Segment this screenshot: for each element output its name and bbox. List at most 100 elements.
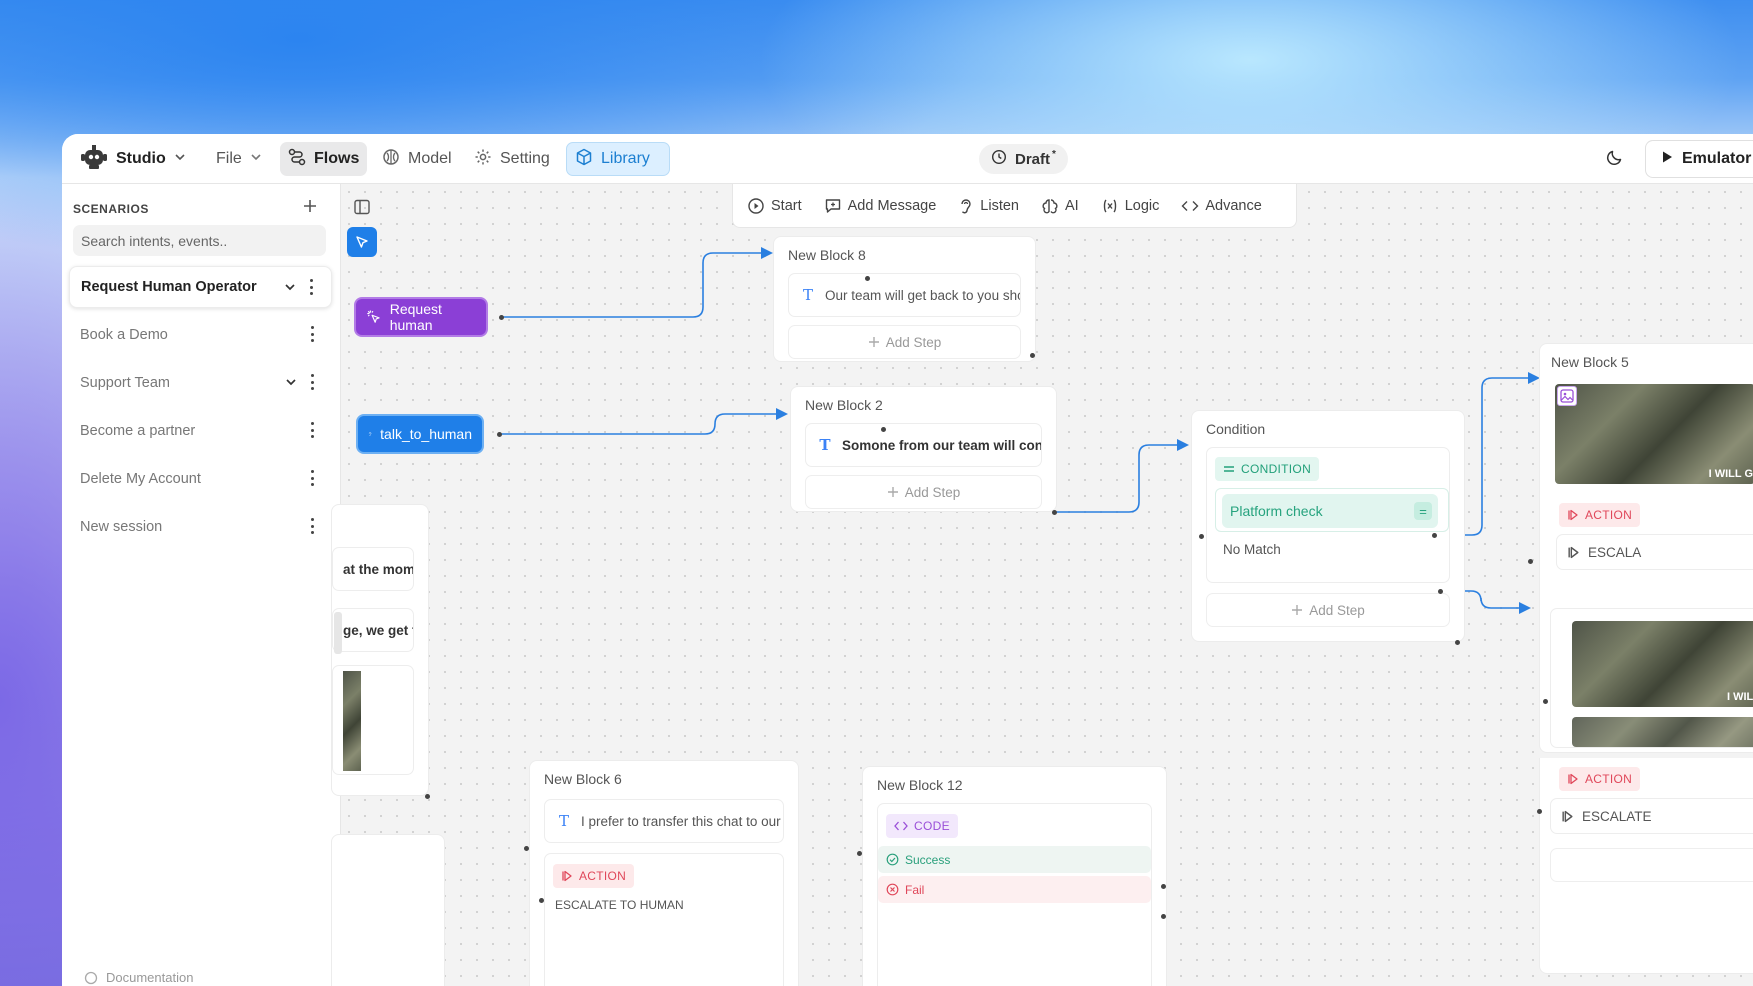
more-options-icon[interactable]: [310, 422, 314, 438]
block-new-block-5-lower[interactable]: ACTION ESCALATE: [1539, 758, 1753, 974]
port[interactable]: [425, 794, 430, 799]
flows-tab[interactable]: Flows: [280, 142, 367, 176]
platform-check[interactable]: Platform check =: [1222, 494, 1438, 528]
image-step-2[interactable]: I WILL: [1550, 608, 1753, 748]
action-step[interactable]: ESCALA: [1556, 534, 1753, 570]
text-step[interactable]: T Our team will get back to you shortly: [788, 273, 1021, 317]
advance-tool[interactable]: Advance: [1181, 197, 1262, 215]
ear-icon: [368, 432, 372, 436]
block-new-block-5[interactable]: New Block 5 I WILL G ACTION ESCALA I WIL…: [1539, 343, 1753, 753]
port[interactable]: [1543, 699, 1548, 704]
ai-tool[interactable]: AI: [1041, 197, 1079, 215]
more-options-icon[interactable]: [310, 518, 314, 534]
port[interactable]: [499, 315, 504, 320]
condition-step[interactable]: CONDITION Platform check = No Match: [1206, 447, 1450, 583]
condition-tag: CONDITION: [1215, 457, 1320, 481]
block-partial-bottom-left[interactable]: [331, 834, 445, 986]
image-step[interactable]: I WILL G: [1555, 384, 1753, 484]
trigger-request-human[interactable]: Request human: [356, 299, 486, 335]
add-scenario-button[interactable]: [302, 196, 318, 218]
add-step-button[interactable]: [1550, 848, 1753, 882]
trigger-talk-to-human[interactable]: talk_to_human: [358, 416, 482, 452]
model-tab[interactable]: Model: [374, 142, 460, 176]
block-condition[interactable]: Condition CONDITION Platform check = No …: [1191, 410, 1465, 642]
more-options-icon[interactable]: [310, 470, 314, 486]
draft-status[interactable]: Draft *: [979, 144, 1068, 174]
search-input[interactable]: [73, 225, 326, 256]
text-step[interactable]: T Somone from our team will connect: [805, 423, 1042, 467]
port[interactable]: [1528, 559, 1533, 564]
image-preview: I WILL: [1572, 621, 1753, 707]
port[interactable]: [1199, 534, 1204, 539]
block-partial-left[interactable]: at the mom ge, we get t: [331, 504, 429, 796]
add-message-tool[interactable]: Add Message: [824, 197, 936, 215]
add-step-button[interactable]: Add Step: [788, 325, 1021, 359]
code-icon: [894, 821, 908, 831]
library-tab[interactable]: Library: [566, 142, 670, 176]
add-step-button[interactable]: Add Step: [1206, 593, 1450, 627]
studio-label: Studio: [116, 150, 166, 167]
port[interactable]: [865, 276, 870, 281]
setting-tab[interactable]: Setting: [466, 142, 558, 176]
block-new-block-12[interactable]: New Block 12 CODE Success Fail: [862, 766, 1167, 986]
block-new-block-8[interactable]: New Block 8 T Our team will get back to …: [773, 236, 1036, 362]
text-step[interactable]: ge, we get t: [332, 608, 414, 652]
port[interactable]: [1052, 510, 1057, 515]
success-outcome[interactable]: Success: [878, 846, 1151, 873]
code-step[interactable]: CODE Success Fail: [877, 803, 1152, 986]
port[interactable]: [497, 432, 502, 437]
studio-menu[interactable]: Studio: [72, 142, 194, 176]
flows-icon: [288, 148, 306, 171]
chevron-down-icon[interactable]: [284, 375, 298, 393]
collapse-handle[interactable]: [334, 612, 342, 654]
block-title: New Block 12: [877, 777, 963, 793]
flow-canvas[interactable]: Start Add Message Listen AI Logic Advanc…: [331, 184, 1753, 986]
action-icon: [1562, 810, 1573, 822]
action-step[interactable]: ACTION ESCALATE TO HUMAN: [544, 853, 784, 986]
gear-icon: [474, 148, 492, 171]
port[interactable]: [1161, 914, 1166, 919]
text-step[interactable]: at the mom: [332, 547, 414, 591]
block-new-block-6[interactable]: New Block 6 T I prefer to transfer this …: [529, 760, 799, 986]
scenario-item-book-a-demo[interactable]: Book a Demo: [69, 314, 332, 356]
emulator-button[interactable]: Emulator: [1645, 140, 1753, 178]
theme-toggle[interactable]: [1598, 142, 1632, 176]
scenario-item-new-session[interactable]: New session: [69, 506, 332, 548]
scenario-label: New session: [80, 519, 163, 535]
chevron-down-icon[interactable]: [283, 280, 297, 298]
draft-label: Draft: [1015, 150, 1051, 168]
listen-tool[interactable]: Listen: [958, 197, 1019, 215]
pointer-tool-button[interactable]: [347, 227, 377, 257]
image-preview: [1572, 717, 1753, 747]
scenario-item-delete-my-account[interactable]: Delete My Account: [69, 458, 332, 500]
port[interactable]: [881, 427, 886, 432]
fail-outcome[interactable]: Fail: [878, 876, 1151, 903]
port[interactable]: [539, 898, 544, 903]
outcome-label: Success: [905, 852, 951, 867]
port[interactable]: [1455, 640, 1460, 645]
port[interactable]: [1030, 353, 1035, 358]
start-tool[interactable]: Start: [747, 197, 802, 215]
action-step[interactable]: ESCALATE: [1550, 798, 1753, 834]
documentation-link[interactable]: Documentation: [84, 970, 193, 985]
port[interactable]: [1432, 533, 1437, 538]
code-icon: [1181, 200, 1199, 211]
block-new-block-2[interactable]: New Block 2 T Somone from our team will …: [790, 386, 1057, 512]
port[interactable]: [524, 846, 529, 851]
more-options-icon[interactable]: [310, 326, 314, 342]
port[interactable]: [1438, 589, 1443, 594]
more-options-icon[interactable]: [309, 279, 313, 295]
file-menu[interactable]: File: [208, 142, 270, 176]
port[interactable]: [1161, 884, 1166, 889]
image-step[interactable]: [332, 665, 414, 775]
port[interactable]: [1537, 809, 1542, 814]
logic-tool[interactable]: Logic: [1101, 197, 1159, 215]
more-options-icon[interactable]: [310, 374, 314, 390]
scenario-item-request-human-operator[interactable]: Request Human Operator: [69, 266, 332, 308]
scenario-item-become-a-partner[interactable]: Become a partner: [69, 410, 332, 452]
toggle-sidebar-button[interactable]: [351, 196, 373, 218]
scenario-item-support-team[interactable]: Support Team: [69, 362, 332, 404]
add-step-button[interactable]: Add Step: [805, 475, 1042, 509]
port[interactable]: [857, 851, 862, 856]
text-step[interactable]: T I prefer to transfer this chat to our …: [544, 799, 784, 843]
